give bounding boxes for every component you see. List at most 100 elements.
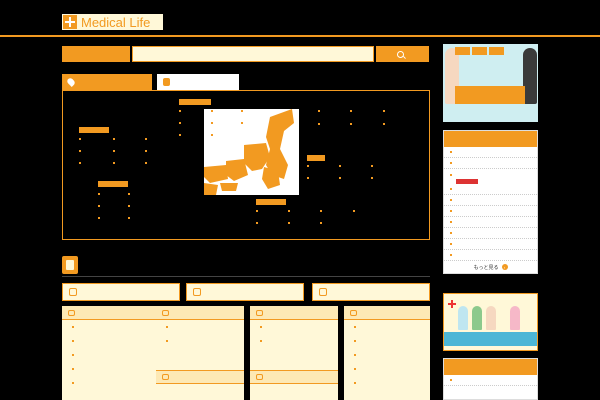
- prefecture-link[interactable]: [113, 162, 115, 164]
- prefecture-link[interactable]: [350, 123, 352, 125]
- prefecture-link[interactable]: [211, 122, 213, 124]
- logo-text: Medical Life: [81, 14, 151, 30]
- banner-caption-band: [455, 86, 525, 104]
- category-column: [250, 306, 338, 400]
- more-jobs-link[interactable]: もっと見る ›: [444, 261, 537, 273]
- prefecture-link[interactable]: [145, 138, 147, 140]
- job-link[interactable]: [444, 239, 537, 250]
- prefecture-link[interactable]: [318, 110, 320, 112]
- prefecture-link[interactable]: [383, 110, 385, 112]
- prefecture-link[interactable]: [288, 222, 290, 224]
- tab-search-by-line[interactable]: [157, 74, 239, 90]
- banner-tag: [489, 47, 504, 55]
- category-tab[interactable]: [312, 283, 430, 301]
- staff-figure: [486, 306, 496, 330]
- category-item[interactable]: [344, 320, 430, 334]
- tab-search-by-area[interactable]: [62, 74, 152, 90]
- ear-icon: [162, 374, 169, 380]
- train-icon: [163, 78, 170, 86]
- job-link[interactable]: [444, 217, 537, 228]
- prefecture-link[interactable]: [383, 123, 385, 125]
- site-logo[interactable]: Medical Life: [62, 14, 163, 30]
- job-link[interactable]: [444, 228, 537, 239]
- region-label[interactable]: [256, 199, 286, 205]
- job-link[interactable]: [444, 195, 537, 206]
- prefecture-link[interactable]: [98, 205, 100, 207]
- prefecture-link[interactable]: [241, 110, 243, 112]
- category-item[interactable]: [344, 348, 430, 362]
- prefecture-link[interactable]: [79, 150, 81, 152]
- category-column-head[interactable]: [344, 306, 430, 320]
- job-link[interactable]: [444, 250, 537, 261]
- job-link[interactable]: [444, 158, 537, 169]
- prefecture-link[interactable]: [320, 210, 322, 212]
- clinic-visit-banner[interactable]: [443, 293, 538, 351]
- category-tab[interactable]: [62, 283, 180, 301]
- bone-icon: [256, 374, 263, 380]
- category-item[interactable]: [156, 320, 244, 334]
- banner-tag: [472, 47, 487, 55]
- prefecture-link[interactable]: [211, 110, 213, 112]
- job-link[interactable]: [444, 184, 537, 195]
- prefecture-link[interactable]: [128, 217, 130, 219]
- prefecture-link[interactable]: [145, 150, 147, 152]
- staff-figure: [472, 306, 482, 330]
- prefecture-link[interactable]: [350, 110, 352, 112]
- category-column-head[interactable]: [156, 370, 244, 384]
- category-item[interactable]: [344, 376, 430, 390]
- region-label[interactable]: [79, 127, 109, 133]
- category-subsection: [250, 370, 338, 384]
- keyword-search-input[interactable]: [132, 46, 374, 62]
- visit-link[interactable]: [444, 375, 537, 386]
- prefecture-link[interactable]: [307, 177, 309, 179]
- job-info-banner[interactable]: [443, 44, 538, 122]
- prefecture-link[interactable]: [371, 177, 373, 179]
- prefecture-link[interactable]: [128, 193, 130, 195]
- prefecture-link[interactable]: [241, 122, 243, 124]
- arrow-right-icon: ›: [501, 264, 508, 270]
- prefecture-link[interactable]: [98, 217, 100, 219]
- prefecture-link[interactable]: [371, 165, 373, 167]
- prefecture-link[interactable]: [113, 138, 115, 140]
- medical-cross-icon: [63, 15, 77, 29]
- prefecture-link[interactable]: [339, 177, 341, 179]
- category-item[interactable]: [250, 334, 338, 348]
- new-jobs-title: [444, 131, 537, 147]
- prefecture-link[interactable]: [256, 222, 258, 224]
- category-item[interactable]: [344, 334, 430, 348]
- prefecture-link[interactable]: [128, 205, 130, 207]
- category-column-head[interactable]: [250, 306, 338, 320]
- prefecture-link[interactable]: [307, 165, 309, 167]
- map-region-shikoku[interactable]: [220, 183, 238, 191]
- category-item[interactable]: [344, 362, 430, 376]
- prefecture-link[interactable]: [288, 210, 290, 212]
- prefecture-link[interactable]: [318, 123, 320, 125]
- doctor-figure: [523, 48, 537, 104]
- prefecture-link[interactable]: [179, 134, 181, 136]
- region-label[interactable]: [179, 99, 211, 105]
- prefecture-link[interactable]: [145, 162, 147, 164]
- job-link[interactable]: [444, 147, 537, 158]
- region-label[interactable]: [307, 155, 325, 161]
- prefecture-link[interactable]: [256, 210, 258, 212]
- prefecture-link[interactable]: [353, 210, 355, 212]
- prefecture-link[interactable]: [211, 134, 213, 136]
- prefecture-link[interactable]: [98, 193, 100, 195]
- prefecture-link[interactable]: [79, 162, 81, 164]
- prefecture-link[interactable]: [179, 110, 181, 112]
- search-button[interactable]: [376, 46, 429, 62]
- category-column-head[interactable]: [250, 370, 338, 384]
- job-link[interactable]: [444, 206, 537, 217]
- region-label[interactable]: [98, 181, 128, 187]
- prefecture-link[interactable]: [79, 138, 81, 140]
- prefecture-link[interactable]: [113, 150, 115, 152]
- category-column-head[interactable]: [156, 306, 244, 320]
- clipboard-icon: [62, 256, 78, 274]
- category-tab[interactable]: [186, 283, 304, 301]
- category-item[interactable]: [250, 320, 338, 334]
- prefecture-link[interactable]: [320, 222, 322, 224]
- map-region-kyushu[interactable]: [204, 183, 218, 195]
- prefecture-link[interactable]: [339, 165, 341, 167]
- prefecture-link[interactable]: [179, 122, 181, 124]
- category-item[interactable]: [156, 334, 244, 348]
